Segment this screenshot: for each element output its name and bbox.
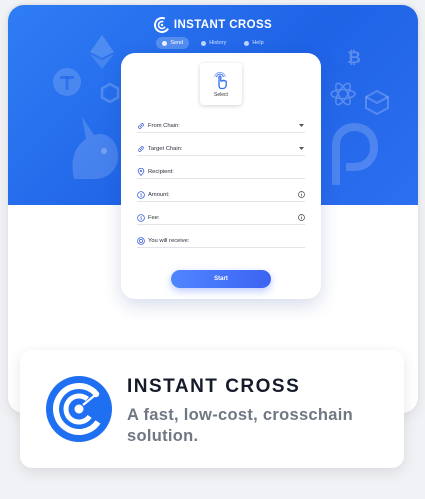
banner-title: INSTANT CROSS (127, 376, 301, 397)
info-icon[interactable] (298, 191, 305, 198)
amount-label: Amount: (148, 191, 170, 198)
fee-field[interactable]: $ Fee: (137, 211, 305, 225)
tab-help-label: Help (252, 40, 264, 46)
receive-coin-icon (137, 236, 145, 245)
select-label: Select (214, 92, 228, 98)
promo-banner: INSTANT CROSS A fast, low-cost, crosscha… (20, 350, 404, 468)
send-icon (162, 40, 168, 46)
chevron-down-icon (298, 145, 305, 152)
bitcoin-icon: ₿ (347, 48, 361, 67)
target-chain-select[interactable]: Target Chain: (137, 142, 305, 156)
tether-icon (53, 68, 81, 96)
tab-send-label: Send (170, 40, 184, 46)
dollar-coin-icon: $ (137, 190, 145, 199)
recipient-label: Recipient: (148, 168, 174, 175)
nav-tabs: Send History Help (8, 37, 418, 49)
svg-text:$: $ (140, 192, 143, 198)
chevron-down-icon (298, 122, 305, 129)
info-icon[interactable] (298, 214, 305, 221)
fee-label: Fee: (148, 214, 160, 221)
receive-label: You will receive: (148, 237, 190, 244)
polkadot-icon (332, 123, 378, 185)
select-button[interactable]: Select (200, 63, 242, 105)
tab-send[interactable]: Send (156, 37, 190, 49)
link-icon (138, 145, 144, 152)
instant-cross-logo-icon (46, 376, 112, 442)
tab-help[interactable]: Help (238, 37, 269, 49)
app-title: INSTANT CROSS (173, 19, 273, 31)
svg-text:₿: ₿ (347, 48, 361, 67)
receive-field: You will receive: (137, 234, 305, 248)
hexagon-icon (100, 83, 120, 103)
svg-text:$: $ (140, 215, 143, 221)
banner-subtitle: A fast, low-cost, crosschain solution. (127, 406, 354, 445)
atom-icon (330, 82, 356, 106)
help-icon (244, 40, 250, 46)
history-icon (201, 40, 207, 46)
instant-cross-logo-icon (153, 17, 170, 33)
start-button[interactable]: Start (171, 270, 271, 288)
tab-history[interactable]: History (195, 37, 232, 49)
from-chain-label: From Chain: (148, 122, 180, 129)
recipient-field[interactable]: Recipient: (137, 165, 305, 179)
tap-hand-icon (214, 72, 227, 90)
cube-icon (365, 89, 389, 115)
amount-field[interactable]: $ Amount: (137, 188, 305, 202)
unicorn-icon (72, 117, 119, 179)
from-chain-select[interactable]: From Chain: (137, 119, 305, 133)
brand-header: INSTANT CROSS (8, 17, 418, 33)
location-pin-icon (137, 167, 145, 176)
transfer-form-card: Select From Chain: Target Chain: Recipie… (121, 53, 321, 299)
tab-history-label: History (209, 40, 227, 46)
link-icon (138, 122, 144, 129)
dollar-coin-icon: $ (137, 213, 145, 222)
target-chain-label: Target Chain: (148, 145, 183, 152)
